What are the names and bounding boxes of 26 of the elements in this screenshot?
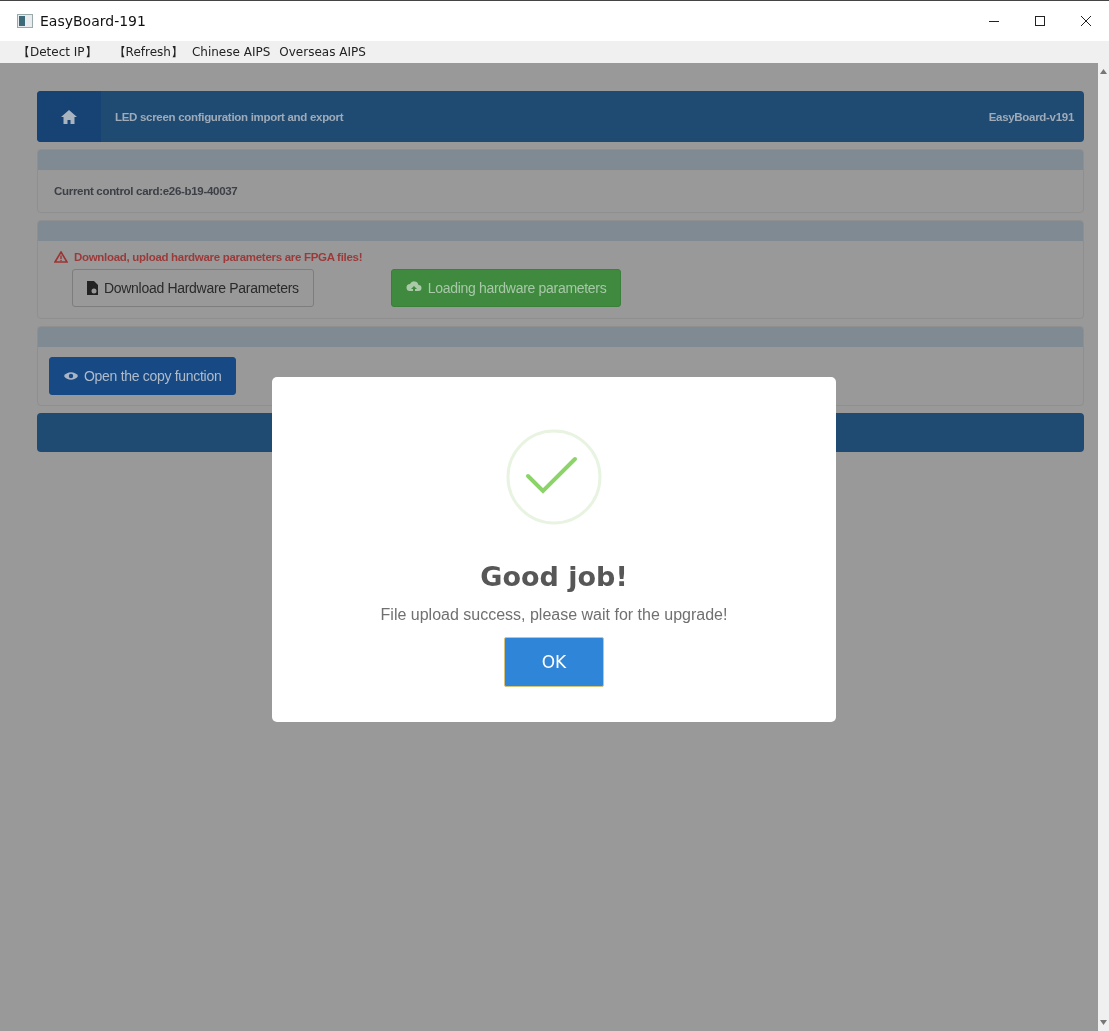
maximize-icon	[1034, 15, 1046, 27]
check-circle-icon	[505, 428, 603, 526]
eye-icon	[64, 371, 78, 381]
version-label: EasyBoard-v191	[988, 110, 1074, 123]
control-card-label: Current control card:e26-b19-40037	[54, 185, 238, 197]
copy-function-button[interactable]: Open the copy function	[49, 357, 237, 395]
app-icon	[17, 14, 33, 28]
close-icon	[1080, 15, 1092, 27]
home-button[interactable]	[37, 91, 101, 142]
file-icon	[87, 281, 98, 295]
dialog-message: File upload success, please wait for the upgrade!	[380, 606, 728, 624]
warning-icon	[54, 251, 68, 263]
menu-item[interactable]: Chinese AIPS	[191, 45, 271, 59]
download-button[interactable]: Download Hardware Parameters	[72, 269, 314, 307]
dialog-title: Good job!	[480, 561, 628, 592]
menu-item[interactable]: 【Detect IP】	[18, 43, 97, 61]
scroll-down-icon	[1100, 1020, 1107, 1025]
menu-item[interactable]: 【Refresh】	[113, 43, 183, 61]
scrollbar[interactable]	[1098, 63, 1109, 1031]
header-title: LED screen configuration import and export	[115, 110, 344, 123]
ok-button[interactable]: OK	[504, 637, 604, 687]
scroll-up-icon	[1100, 69, 1107, 74]
warning-text: Download, upload hardware parameters are FPGA files!	[74, 251, 363, 263]
window-title: EasyBoard-191	[40, 13, 146, 29]
menu-item[interactable]: Overseas AIPS	[279, 45, 366, 59]
home-icon	[60, 108, 78, 125]
